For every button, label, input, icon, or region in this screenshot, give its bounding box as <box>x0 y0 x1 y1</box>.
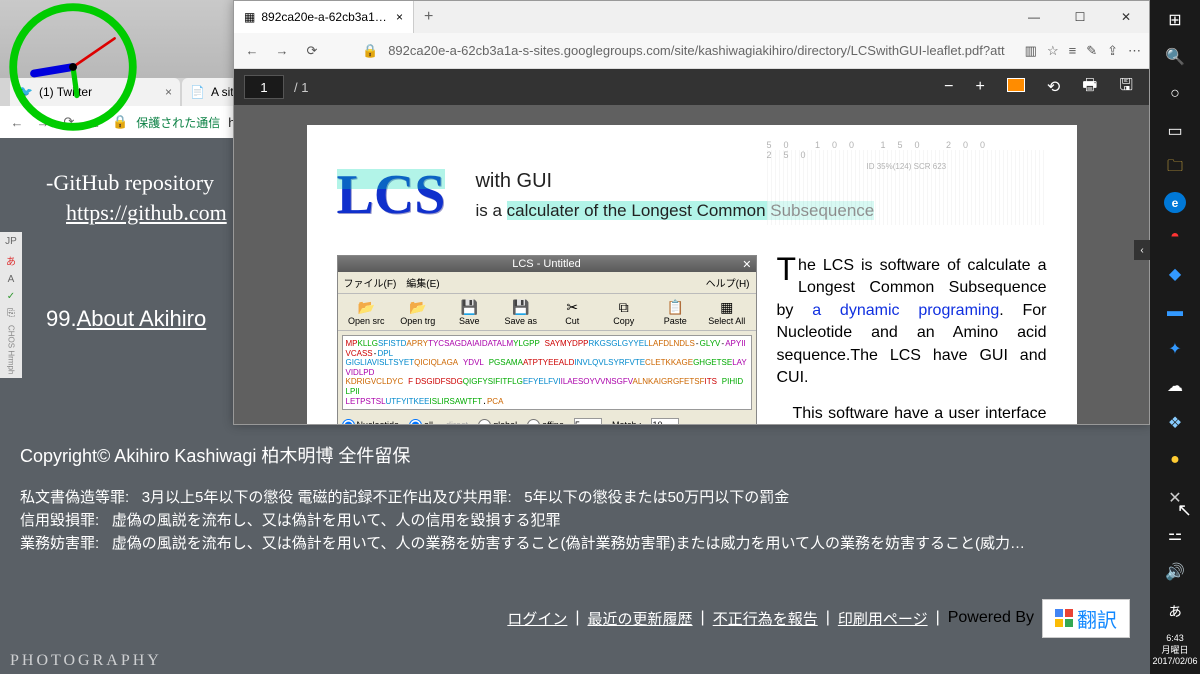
pdf-page-total: / 1 <box>294 80 308 95</box>
new-tab-button[interactable]: + <box>414 8 443 26</box>
windows-taskbar: ⊞ 🔍 ○ ▭ 🗀 e ◓ ◆ ▬ ✦ ☁ ❖ ● ✕ ⚍ 🔊 ぁ 6:43 月… <box>1150 0 1200 674</box>
github-link[interactable]: https://github.com <box>66 200 227 226</box>
about-link[interactable]: About Akihiro <box>77 306 207 331</box>
wifi-icon[interactable]: ⚍ <box>1161 521 1189 548</box>
back-icon[interactable]: ← <box>242 43 262 58</box>
lcs-app-toolbar: 📂Open src 📂Open trg 💾Save 💾Save as ✂Cut … <box>338 294 756 331</box>
app-icon[interactable]: ◆ <box>1161 261 1189 288</box>
app-icon[interactable]: ✦ <box>1161 335 1189 362</box>
hub-icon[interactable]: ≡ <box>1069 43 1077 58</box>
app-icon[interactable]: ● <box>1161 447 1189 474</box>
more-icon[interactable]: ⋯ <box>1128 43 1141 59</box>
login-link[interactable]: ログイン <box>507 608 567 629</box>
edge-tab-title: 892ca20e-a-62cb3a1a-s <box>261 10 390 24</box>
maximize-button[interactable]: ☐ <box>1057 1 1103 33</box>
pdf-toolbar: / 1 − + ⟲ 🖶 🖫 <box>234 69 1149 105</box>
secure-label: 保護された通信 <box>136 114 220 131</box>
lcs-logo-text: LCS <box>337 163 446 227</box>
ime-icon[interactable]: ぁ <box>1161 596 1189 623</box>
search-icon[interactable]: 🔍 <box>1161 43 1189 70</box>
close-icon[interactable]: × <box>396 10 403 24</box>
sequence-box: MPKLLGSFISTDAPRYTYCSAGDAIAIDATALMYLGPP S… <box>342 335 752 410</box>
zoom-out-button[interactable]: − <box>938 78 959 96</box>
cortana-icon[interactable]: ○ <box>1161 80 1189 107</box>
close-button[interactable]: ✕ <box>1103 1 1149 33</box>
site-footer: Copyright© Akihiro Kashiwagi 柏木明博 全件留保 私… <box>0 432 1150 565</box>
taskbar-clock[interactable]: 6:43 月曜日 2017/02/06 <box>1152 633 1197 668</box>
lock-icon: 🔒 <box>362 43 378 59</box>
menu-edit: 編集(E) <box>406 275 439 290</box>
menu-help: ヘルプ(H) <box>706 275 750 290</box>
print-button[interactable]: 🖶 <box>1076 74 1103 101</box>
fit-page-button[interactable] <box>1001 78 1031 97</box>
app-icon[interactable]: ▬ <box>1161 298 1189 325</box>
close-icon: ✕ <box>742 258 751 271</box>
onedrive-icon[interactable]: ☁ <box>1161 372 1189 399</box>
site-section-99: 99.About Akihiro <box>46 306 227 332</box>
pdf-page-input[interactable] <box>244 75 284 99</box>
print-link[interactable]: 印刷用ページ <box>838 608 928 629</box>
app-icon[interactable]: ◓ <box>1161 223 1189 250</box>
forward-icon[interactable]: → <box>272 43 292 58</box>
menu-file: ファイル(F) <box>344 275 397 290</box>
minimize-button[interactable]: — <box>1011 1 1057 33</box>
alignment-plot: ID 35%(124) SCR 623 <box>767 150 1047 225</box>
page-icon: 📄 <box>190 85 205 99</box>
edge-url[interactable]: 892ca20e-a-62cb3a1a-s-sites.googlegroups… <box>388 43 1014 58</box>
favorite-icon[interactable]: ☆ <box>1047 43 1059 59</box>
photography-watermark: PHOTOGRAPHY <box>10 652 162 670</box>
edge-window: ▦ 892ca20e-a-62cb3a1a-s × + — ☐ ✕ ← → ⟳ … <box>233 0 1150 425</box>
google-icon <box>1055 609 1073 627</box>
sidebar-expand[interactable]: ‹ <box>1134 240 1150 260</box>
edge-tab[interactable]: ▦ 892ca20e-a-62cb3a1a-s × <box>234 1 414 33</box>
pdf-page: ID 35%(124) SCR 623 LCS with GUI is a ca… <box>307 125 1077 424</box>
zoom-in-button[interactable]: + <box>970 78 991 96</box>
reader-icon[interactable]: ▥ <box>1025 43 1037 59</box>
rotate-button[interactable]: ⟲ <box>1041 77 1066 97</box>
pdf-text: The LCS is software of calculate a Longe… <box>777 255 1047 424</box>
translate-button[interactable]: 翻訳 <box>1042 599 1130 638</box>
app-icon[interactable]: ❖ <box>1161 410 1189 437</box>
powered-by: Powered By <box>948 609 1034 627</box>
share-icon[interactable]: ⇪ <box>1107 43 1118 59</box>
mouse-cursor: ↖ <box>1177 500 1192 521</box>
ime-toolbar[interactable]: JPあA✓⎘CHOS Hrmph <box>0 232 22 378</box>
explorer-icon[interactable]: 🗀 <box>1161 155 1189 182</box>
lcs-app-screenshot: LCS - Untitled✕ ファイル(F) 編集(E) ヘルプ(H) 📂Op… <box>337 255 757 424</box>
save-button[interactable]: 🖫 <box>1113 74 1139 101</box>
pdf-viewport[interactable]: ID 35%(124) SCR 623 LCS with GUI is a ca… <box>234 105 1149 424</box>
start-button[interactable]: ⊞ <box>1161 6 1189 33</box>
site-heading: -GitHub repository <box>46 170 227 196</box>
site-footer-links: ログイン| 最近の更新履歴| 不正行為を報告| 印刷用ページ| Powered … <box>0 598 1150 638</box>
volume-icon[interactable]: 🔊 <box>1161 558 1189 585</box>
edge-icon[interactable]: e <box>1164 192 1186 213</box>
edge-titlebar: ▦ 892ca20e-a-62cb3a1a-s × + — ☐ ✕ <box>234 1 1149 33</box>
close-icon[interactable]: × <box>165 85 172 99</box>
page-icon: ▦ <box>244 10 255 24</box>
report-link[interactable]: 不正行為を報告 <box>713 608 818 629</box>
taskview-icon[interactable]: ▭ <box>1161 118 1189 145</box>
edge-address-bar: ← → ⟳ . 🔒 892ca20e-a-62cb3a1a-s-sites.go… <box>234 33 1149 69</box>
clock-gadget[interactable] <box>8 2 138 132</box>
reload-icon[interactable]: ⟳ <box>302 43 322 59</box>
copyright: Copyright© Akihiro Kashiwagi 柏木明博 全件留保 <box>20 442 1130 468</box>
notes-icon[interactable]: ✎ <box>1086 43 1097 59</box>
lcs-options: Nucleotide all -direct global affine Mat… <box>338 414 756 424</box>
dyn-prog-link: a dynamic programing <box>812 302 999 319</box>
lcs-app-title: LCS - Untitled✕ <box>338 256 756 272</box>
recent-link[interactable]: 最近の更新履歴 <box>588 608 693 629</box>
